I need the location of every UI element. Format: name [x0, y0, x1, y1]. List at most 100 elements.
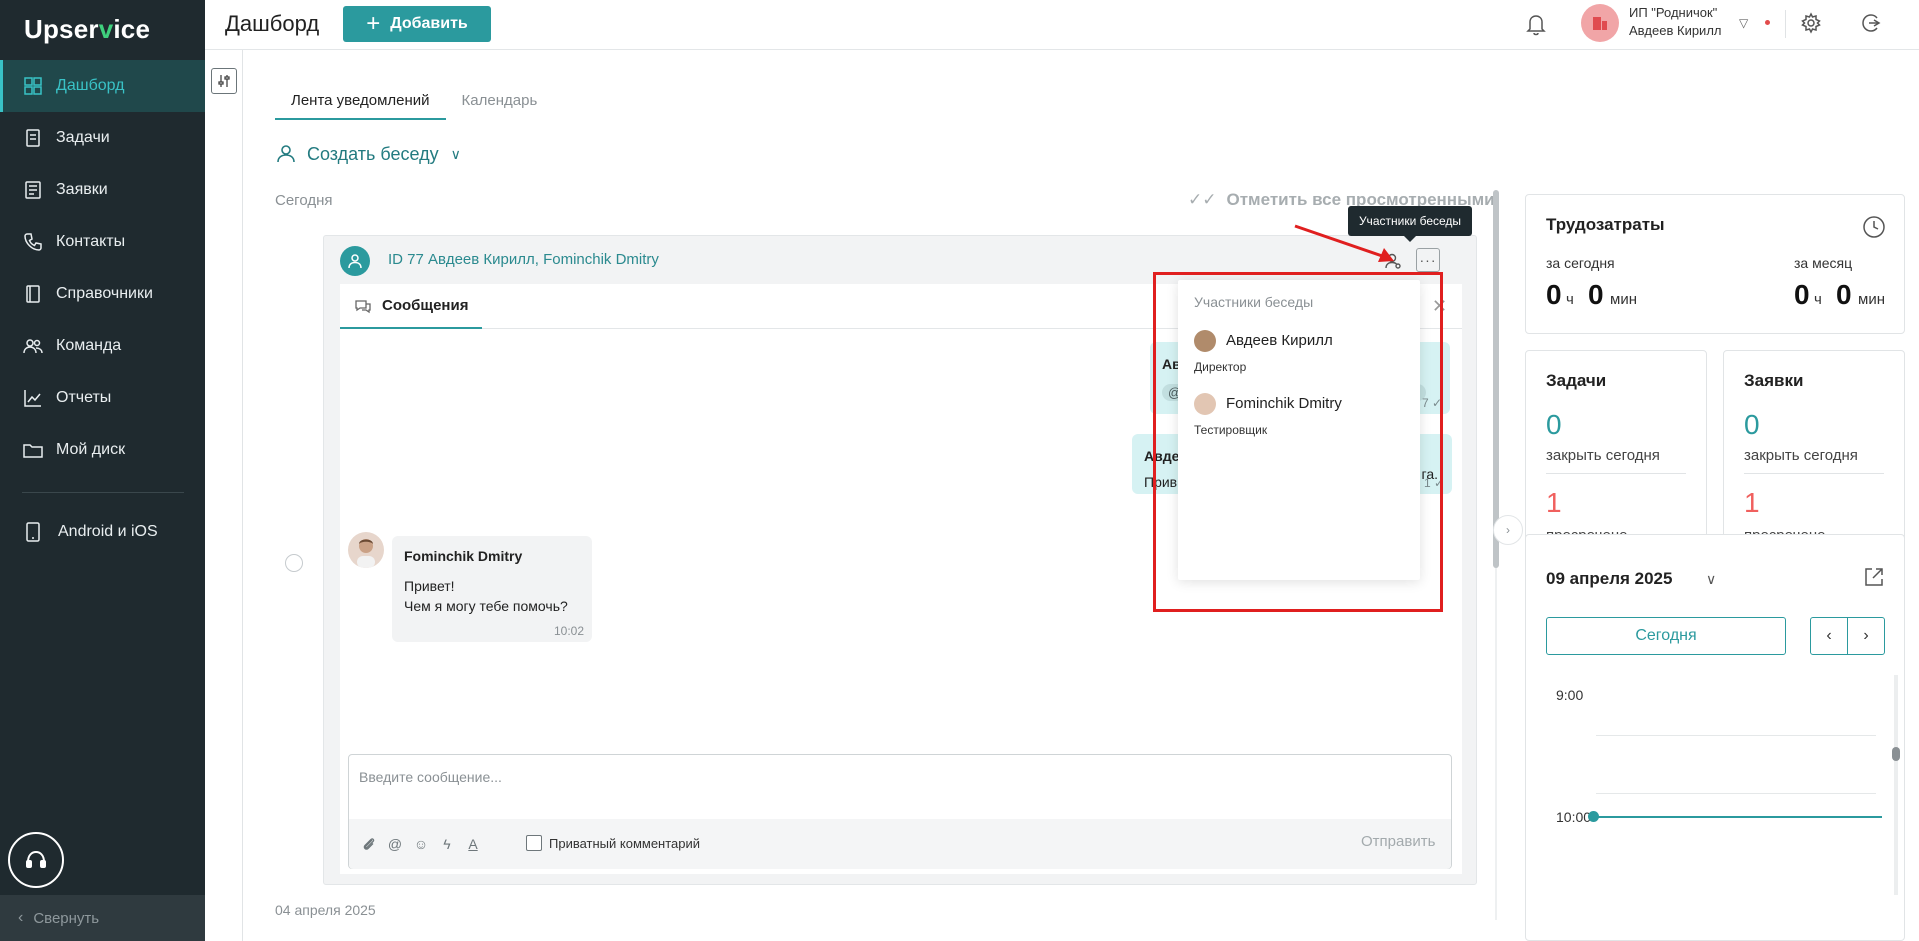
worktime-month-hours: 0	[1794, 279, 1810, 310]
sidebar-divider	[22, 492, 184, 493]
send-button[interactable]: Отправить	[1361, 833, 1435, 850]
time-gridline	[1596, 793, 1876, 794]
attach-icon[interactable]	[359, 834, 379, 854]
avatar	[348, 532, 384, 568]
calendar-date[interactable]: 09 апреля 2025	[1546, 569, 1672, 589]
sidebar-item-label: Задачи	[56, 129, 110, 146]
text-format-icon[interactable]: A	[463, 834, 483, 854]
add-button[interactable]: + Добавить	[343, 6, 491, 42]
folder-icon	[23, 444, 43, 458]
collapse-sidebar-button[interactable]: ‹ Свернуть	[0, 895, 205, 941]
select-notification-radio[interactable]	[285, 554, 303, 572]
sidebar-nav: Дашборд Задачи Заявки Контакты Справочни…	[0, 60, 205, 476]
double-check-icon: ✓✓	[1188, 190, 1217, 209]
message-input[interactable]	[359, 769, 1359, 785]
person-avatar-icon	[357, 539, 375, 568]
calendar-next-button[interactable]: ›	[1847, 617, 1885, 655]
section-date: 04 апреля 2025	[275, 902, 376, 918]
sidebar-item-label: Android и iOS	[58, 523, 158, 540]
sidebar-item-tasks[interactable]: Задачи	[0, 112, 205, 164]
feed-tabs: Лента уведомлений Календарь	[275, 82, 553, 120]
chevron-down-icon[interactable]: ∨	[1706, 571, 1716, 588]
chat-title-link[interactable]: ID 77 Авдеев Кирилл, Fominchik Dmitry	[388, 251, 659, 268]
bell-icon[interactable]	[1525, 12, 1547, 36]
message-composer: @ ☺ ϟ A Приватный комментарий Отправить	[348, 754, 1452, 869]
private-comment-checkbox[interactable]	[526, 835, 542, 851]
tablet-icon	[26, 522, 40, 542]
sidebar-item-dashboard[interactable]: Дашборд	[0, 60, 205, 112]
calendar-scroll-track	[1894, 675, 1898, 895]
widget-title: Задачи	[1546, 371, 1607, 390]
user-name: Авдеев Кирилл	[1629, 23, 1722, 38]
tab-notifications[interactable]: Лента уведомлений	[275, 82, 446, 120]
gear-icon[interactable]	[1800, 12, 1822, 34]
worktime-widget: Трудозатраты за сегодня за месяц 0 ч 0 м…	[1525, 194, 1905, 334]
worktime-today-label: за сегодня	[1546, 255, 1615, 271]
annotation-arrow	[1294, 224, 1394, 262]
sidebar-item-team[interactable]: Команда	[0, 320, 205, 372]
emoji-icon[interactable]: ☺	[411, 834, 431, 854]
divider	[1546, 473, 1686, 474]
chevron-right-icon: ›	[1863, 627, 1869, 644]
account-switcher[interactable]: ИП "Родничок" Авдеев Кирилл	[1629, 4, 1722, 40]
main-content: Лента уведомлений Календарь Создать бесе…	[243, 50, 1919, 941]
mention-icon[interactable]: @	[385, 834, 405, 854]
message-text: Привет!	[404, 578, 455, 594]
more-options-button[interactable]: ···	[1416, 248, 1440, 272]
annotation-highlight-box	[1153, 272, 1443, 612]
sidebar: Upservice Дашборд Задачи Заявки Контакты…	[0, 0, 205, 941]
tasks-overdue-count[interactable]: 1	[1546, 487, 1562, 519]
minutes-unit: мин	[1858, 291, 1885, 308]
collapse-right-panel-button[interactable]: ›	[1493, 515, 1523, 545]
sidebar-item-reports[interactable]: Отчеты	[0, 372, 205, 424]
user-chat-icon	[277, 145, 295, 163]
app-logo[interactable]: Upservice	[24, 14, 150, 45]
dashboard-icon	[24, 77, 42, 95]
sidebar-item-contacts[interactable]: Контакты	[0, 216, 205, 268]
tasks-close-today-count[interactable]: 0	[1546, 409, 1562, 441]
external-link-icon[interactable]	[1862, 565, 1886, 589]
section-date-today: Сегодня	[275, 192, 333, 209]
message-text: Чем я могу тебе помочь?	[404, 598, 568, 614]
tab-calendar[interactable]: Календарь	[446, 82, 554, 120]
message-author: Fominchik Dmitry	[404, 548, 523, 564]
chat-avatar-icon	[340, 246, 370, 276]
time-gridline	[1596, 735, 1876, 736]
calendar-widget: 09 апреля 2025 ∨ Сегодня ‹ › 9:00 10:00	[1525, 534, 1905, 941]
chevron-left-icon: ‹	[1826, 627, 1832, 644]
create-chat-button[interactable]: Создать беседу ∨	[275, 142, 461, 166]
logout-icon[interactable]	[1860, 12, 1882, 34]
lightning-icon[interactable]: ϟ	[437, 834, 457, 854]
phone-icon	[24, 233, 42, 251]
sidebar-item-mobile-apps[interactable]: Android и iOS	[22, 514, 158, 550]
message-time: 10:02	[553, 624, 584, 638]
support-button[interactable]	[8, 832, 64, 888]
requests-icon	[25, 181, 41, 199]
widget-title: Трудозатраты	[1546, 215, 1665, 234]
sidebar-item-label: Команда	[56, 337, 122, 354]
sidebar-item-requests[interactable]: Заявки	[0, 164, 205, 216]
clock-icon[interactable]	[1862, 215, 1886, 239]
calendar-today-button[interactable]: Сегодня	[1546, 617, 1786, 655]
calendar-prev-button[interactable]: ‹	[1810, 617, 1848, 655]
current-time-dot	[1588, 811, 1599, 822]
requests-overdue-count[interactable]: 1	[1744, 487, 1760, 519]
top-header: Дашборд + Добавить ИП "Родничок" Авдеев …	[205, 0, 1919, 50]
sidebar-item-disk[interactable]: Мой диск	[0, 424, 205, 476]
sidebar-item-directories[interactable]: Справочники	[0, 268, 205, 320]
tab-messages[interactable]: Сообщения	[340, 284, 482, 329]
ellipsis-icon: ···	[1419, 252, 1437, 268]
chevron-left-icon: ‹	[18, 909, 24, 926]
chevron-down-icon[interactable]: ▽	[1739, 16, 1748, 30]
page-title: Дашборд	[225, 11, 320, 36]
sidebar-item-label: Отчеты	[56, 389, 112, 406]
calendar-scrollbar[interactable]	[1892, 747, 1900, 761]
requests-close-today-label: закрыть сегодня	[1744, 447, 1858, 464]
chevron-right-icon: ›	[1506, 523, 1510, 537]
tasks-icon	[26, 129, 40, 147]
composer-toolbar: @ ☺ ϟ A Приватный комментарий Отправить	[349, 819, 1451, 869]
feed-scrollbar[interactable]	[1493, 190, 1499, 568]
requests-close-today-count[interactable]: 0	[1744, 409, 1760, 441]
widget-settings-button[interactable]	[211, 68, 237, 94]
company-avatar[interactable]	[1581, 4, 1619, 42]
